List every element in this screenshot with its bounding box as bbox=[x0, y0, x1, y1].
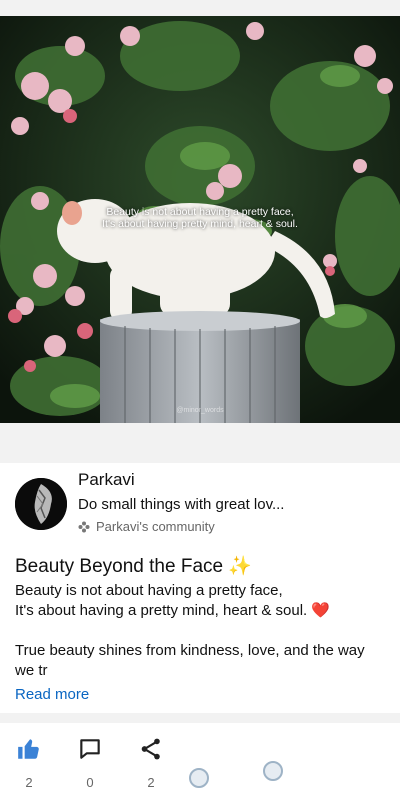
image-quote-line1: Beauty is not about having a pretty face… bbox=[106, 206, 294, 218]
image-quote: Beauty is not about having a pretty face… bbox=[0, 206, 400, 230]
comment-count: 0 bbox=[86, 775, 94, 790]
floating-indicator-1 bbox=[189, 768, 209, 788]
image-watermark: @minor_words bbox=[176, 407, 224, 414]
floating-indicator-2 bbox=[263, 761, 283, 781]
flower-icon bbox=[78, 521, 90, 532]
post-paragraph2: True beauty shines from kindness, love, … bbox=[15, 642, 365, 679]
author-bio: Do small things with great lov... bbox=[78, 496, 285, 513]
image-quote-line2: It's about having pretty mind, heart & s… bbox=[102, 218, 298, 230]
share-icon bbox=[141, 738, 160, 760]
community-link[interactable]: Parkavi's community bbox=[78, 519, 215, 534]
comment-icon bbox=[80, 739, 100, 759]
like-button[interactable]: 2 bbox=[14, 736, 44, 790]
post-line1: Beauty is not about having a pretty face… bbox=[15, 582, 283, 599]
thumbs-up-icon bbox=[18, 739, 39, 759]
like-count: 2 bbox=[25, 775, 33, 790]
share-count: 2 bbox=[147, 775, 155, 790]
author-header: Parkavi Do small things with great lov..… bbox=[0, 463, 400, 553]
comment-button[interactable]: 0 bbox=[75, 736, 105, 790]
avatar[interactable] bbox=[15, 478, 67, 530]
share-button[interactable]: 2 bbox=[136, 736, 166, 790]
avatar-image bbox=[15, 478, 67, 530]
post-line2: It's about having a pretty mind, heart &… bbox=[15, 602, 331, 619]
top-strip bbox=[0, 0, 400, 16]
post-body: Beauty is not about having a pretty face… bbox=[0, 581, 400, 681]
community-name: Parkavi's community bbox=[96, 519, 215, 534]
action-bar: 2 0 2 bbox=[0, 723, 400, 790]
actions-divider bbox=[0, 713, 400, 723]
read-more-link[interactable]: Read more bbox=[15, 686, 89, 703]
post-image[interactable]: Beauty is not about having a pretty face… bbox=[0, 16, 400, 423]
author-name[interactable]: Parkavi bbox=[78, 470, 135, 490]
post-title: Beauty Beyond the Face ✨ bbox=[15, 556, 253, 577]
section-gap bbox=[0, 423, 400, 463]
